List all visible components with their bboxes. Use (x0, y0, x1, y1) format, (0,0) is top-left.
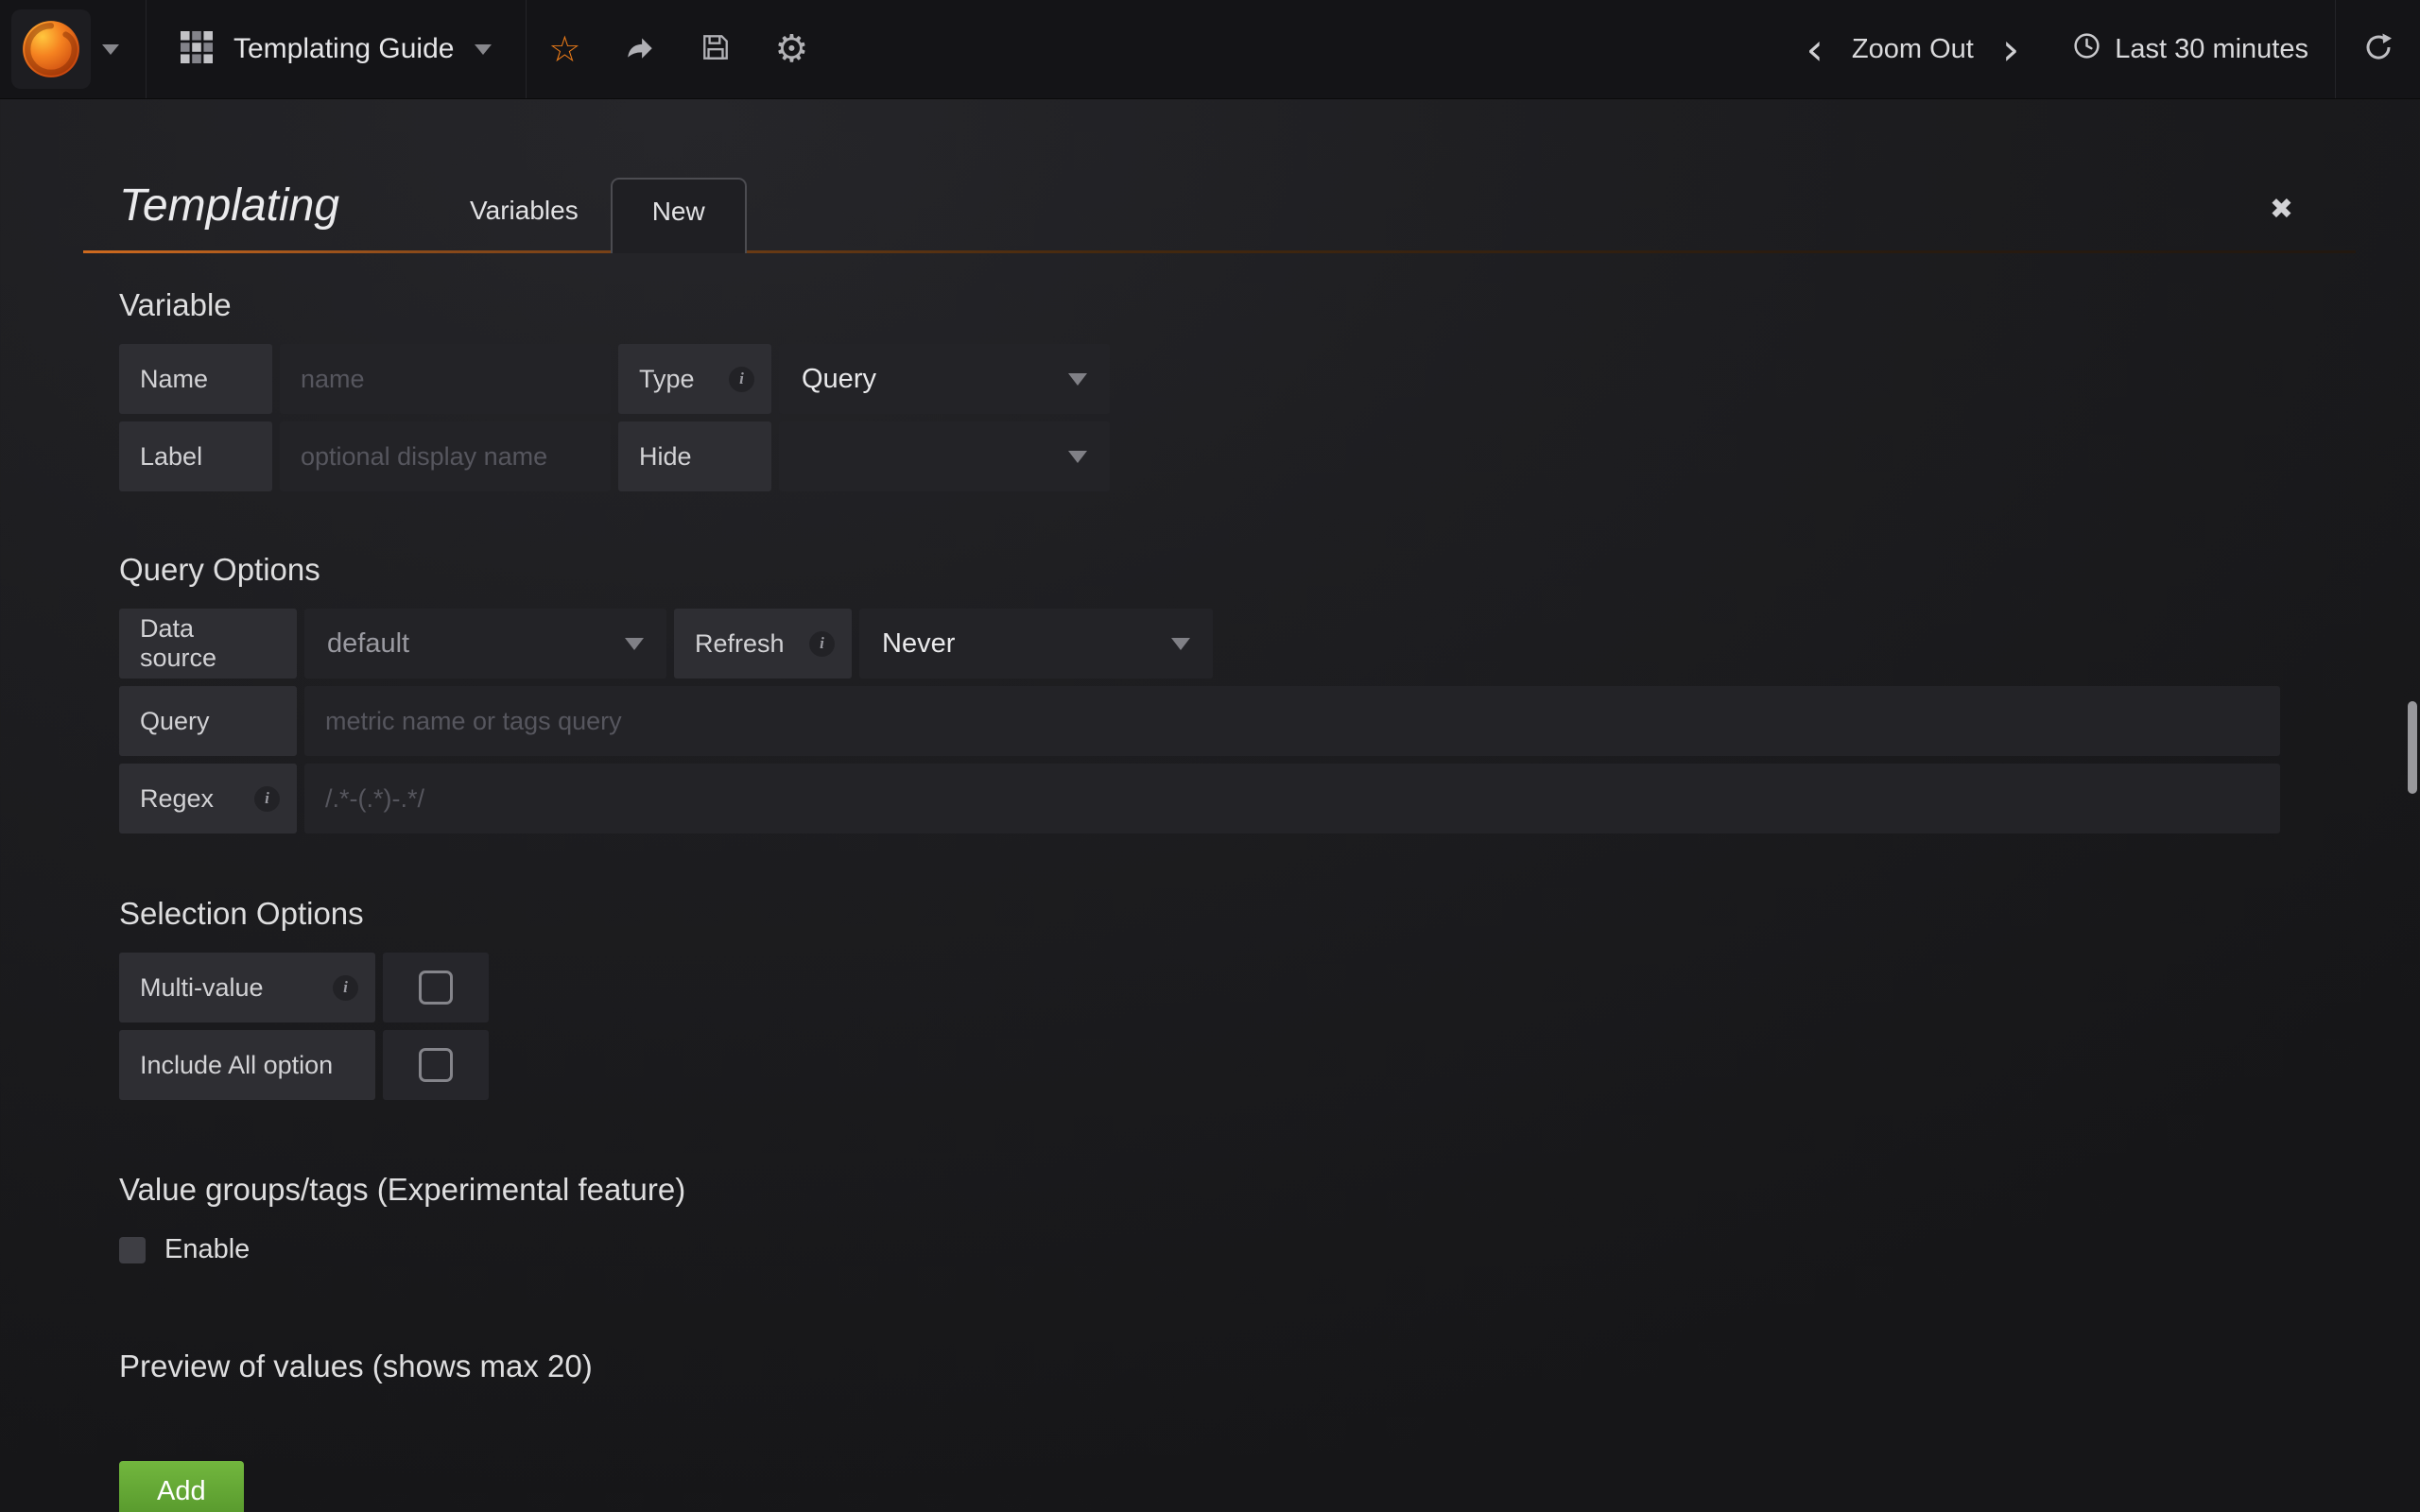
refresh-dashboard-button[interactable] (2335, 0, 2420, 98)
enable-tags-row: Enable (119, 1234, 2301, 1265)
refresh-select[interactable]: Never (859, 609, 1213, 679)
close-icon[interactable]: ✖ (2270, 196, 2293, 224)
name-input[interactable] (280, 344, 611, 414)
query-field-label: Query (119, 686, 297, 756)
refresh-label-text: Refresh (695, 629, 785, 659)
multi-value-field-label: Multi-value i (119, 953, 375, 1022)
chevron-down-icon (1068, 451, 1087, 463)
enable-tags-label: Enable (164, 1234, 250, 1265)
label-input[interactable] (280, 421, 611, 491)
dashboard-title: Templating Guide (233, 33, 454, 65)
star-icon: ☆ (548, 31, 580, 67)
hide-select[interactable] (779, 421, 1110, 491)
variable-form: Name Type i Query Label Hide (119, 344, 2280, 491)
chevron-down-icon (475, 44, 492, 55)
type-label-text: Type (639, 365, 695, 394)
type-field-label: Type i (618, 344, 771, 414)
time-shift-right-button[interactable]: › (2002, 32, 2019, 67)
refresh-field-label: Refresh i (674, 609, 852, 679)
datasource-select-value: default (327, 628, 409, 660)
info-icon[interactable]: i (809, 631, 835, 657)
form-row: Multi-value i (119, 953, 2280, 1022)
preview-heading: Preview of values (shows max 20) (119, 1349, 2301, 1384)
form-row: Regex i (119, 764, 2280, 833)
datasource-field-label: Data source (119, 609, 297, 679)
info-icon[interactable]: i (729, 367, 754, 392)
multi-value-checkbox-panel (383, 953, 489, 1022)
top-navbar: Templating Guide ☆ (0, 0, 2420, 98)
chevron-down-icon (1068, 373, 1087, 386)
enable-tags-checkbox[interactable] (119, 1237, 146, 1263)
query-options-form: Data source default Refresh i Never Quer… (119, 609, 2280, 833)
info-icon[interactable]: i (254, 786, 280, 812)
regex-field-label: Regex i (119, 764, 297, 833)
regex-input[interactable] (304, 764, 2280, 833)
chevron-down-icon (102, 44, 119, 55)
star-dashboard-button[interactable]: ☆ (527, 0, 602, 98)
name-field-label: Name (119, 344, 272, 414)
clock-icon (2072, 31, 2101, 68)
multi-value-label-text: Multi-value (140, 973, 264, 1003)
include-all-checkbox-panel (383, 1030, 489, 1100)
grafana-menu-button[interactable] (0, 0, 146, 98)
zoom-controls: ‹ Zoom Out › (1780, 0, 2047, 98)
grafana-logo-icon (11, 9, 91, 89)
time-range-label: Last 30 minutes (2115, 34, 2308, 65)
value-groups-heading: Value groups/tags (Experimental feature) (119, 1172, 2301, 1208)
gear-icon: ⚙ (775, 30, 809, 68)
selection-options-form: Multi-value i Include All option (119, 953, 2280, 1100)
regex-label-text: Regex (140, 784, 214, 814)
form-row: Query (119, 686, 2280, 756)
templating-settings-view: Templating Variables New ✖ Variable Name… (0, 178, 2420, 1512)
include-all-field-label: Include All option (119, 1030, 375, 1100)
tab-variables[interactable]: Variables (438, 179, 611, 250)
time-range-picker[interactable]: Last 30 minutes (2046, 0, 2335, 98)
time-shift-left-button[interactable]: ‹ (1806, 32, 1824, 67)
refresh-icon (2362, 31, 2394, 68)
info-icon[interactable]: i (333, 975, 358, 1001)
query-options-heading: Query Options (119, 552, 2301, 588)
share-icon (624, 31, 656, 68)
navbar-right-controls: ‹ Zoom Out › Last 30 minutes (1780, 0, 2420, 98)
dashboard-settings-button[interactable]: ⚙ (753, 0, 829, 98)
share-dashboard-button[interactable] (602, 0, 678, 98)
datasource-select[interactable]: default (304, 609, 666, 679)
form-row: Include All option (119, 1030, 2280, 1100)
refresh-select-value: Never (882, 628, 955, 660)
query-input[interactable] (304, 686, 2280, 756)
save-dashboard-button[interactable] (678, 0, 753, 98)
save-icon (700, 32, 731, 67)
form-row: Label Hide (119, 421, 2280, 491)
dashboard-title-button[interactable]: Templating Guide (146, 0, 527, 98)
dashboard-grid-icon (181, 31, 213, 68)
zoom-out-button[interactable]: Zoom Out (1852, 34, 1974, 65)
include-all-checkbox[interactable] (419, 1048, 453, 1082)
chevron-down-icon (1171, 638, 1190, 650)
page-title: Templating (119, 180, 339, 250)
label-field-label: Label (119, 421, 272, 491)
add-variable-button[interactable]: Add (119, 1461, 244, 1512)
form-row: Data source default Refresh i Never (119, 609, 2280, 679)
multi-value-checkbox[interactable] (419, 971, 453, 1005)
variable-section-heading: Variable (119, 287, 2301, 323)
selection-options-heading: Selection Options (119, 896, 2301, 932)
hide-field-label: Hide (618, 421, 771, 491)
type-select-value: Query (802, 364, 876, 395)
chevron-down-icon (625, 638, 644, 650)
navbar-actions: ☆ ⚙ (527, 0, 829, 98)
form-row: Name Type i Query (119, 344, 2280, 414)
templating-header: Templating Variables New ✖ (83, 178, 2356, 253)
type-select[interactable]: Query (779, 344, 1110, 414)
tab-new[interactable]: New (611, 178, 747, 253)
scrollbar-thumb[interactable] (2408, 701, 2417, 794)
